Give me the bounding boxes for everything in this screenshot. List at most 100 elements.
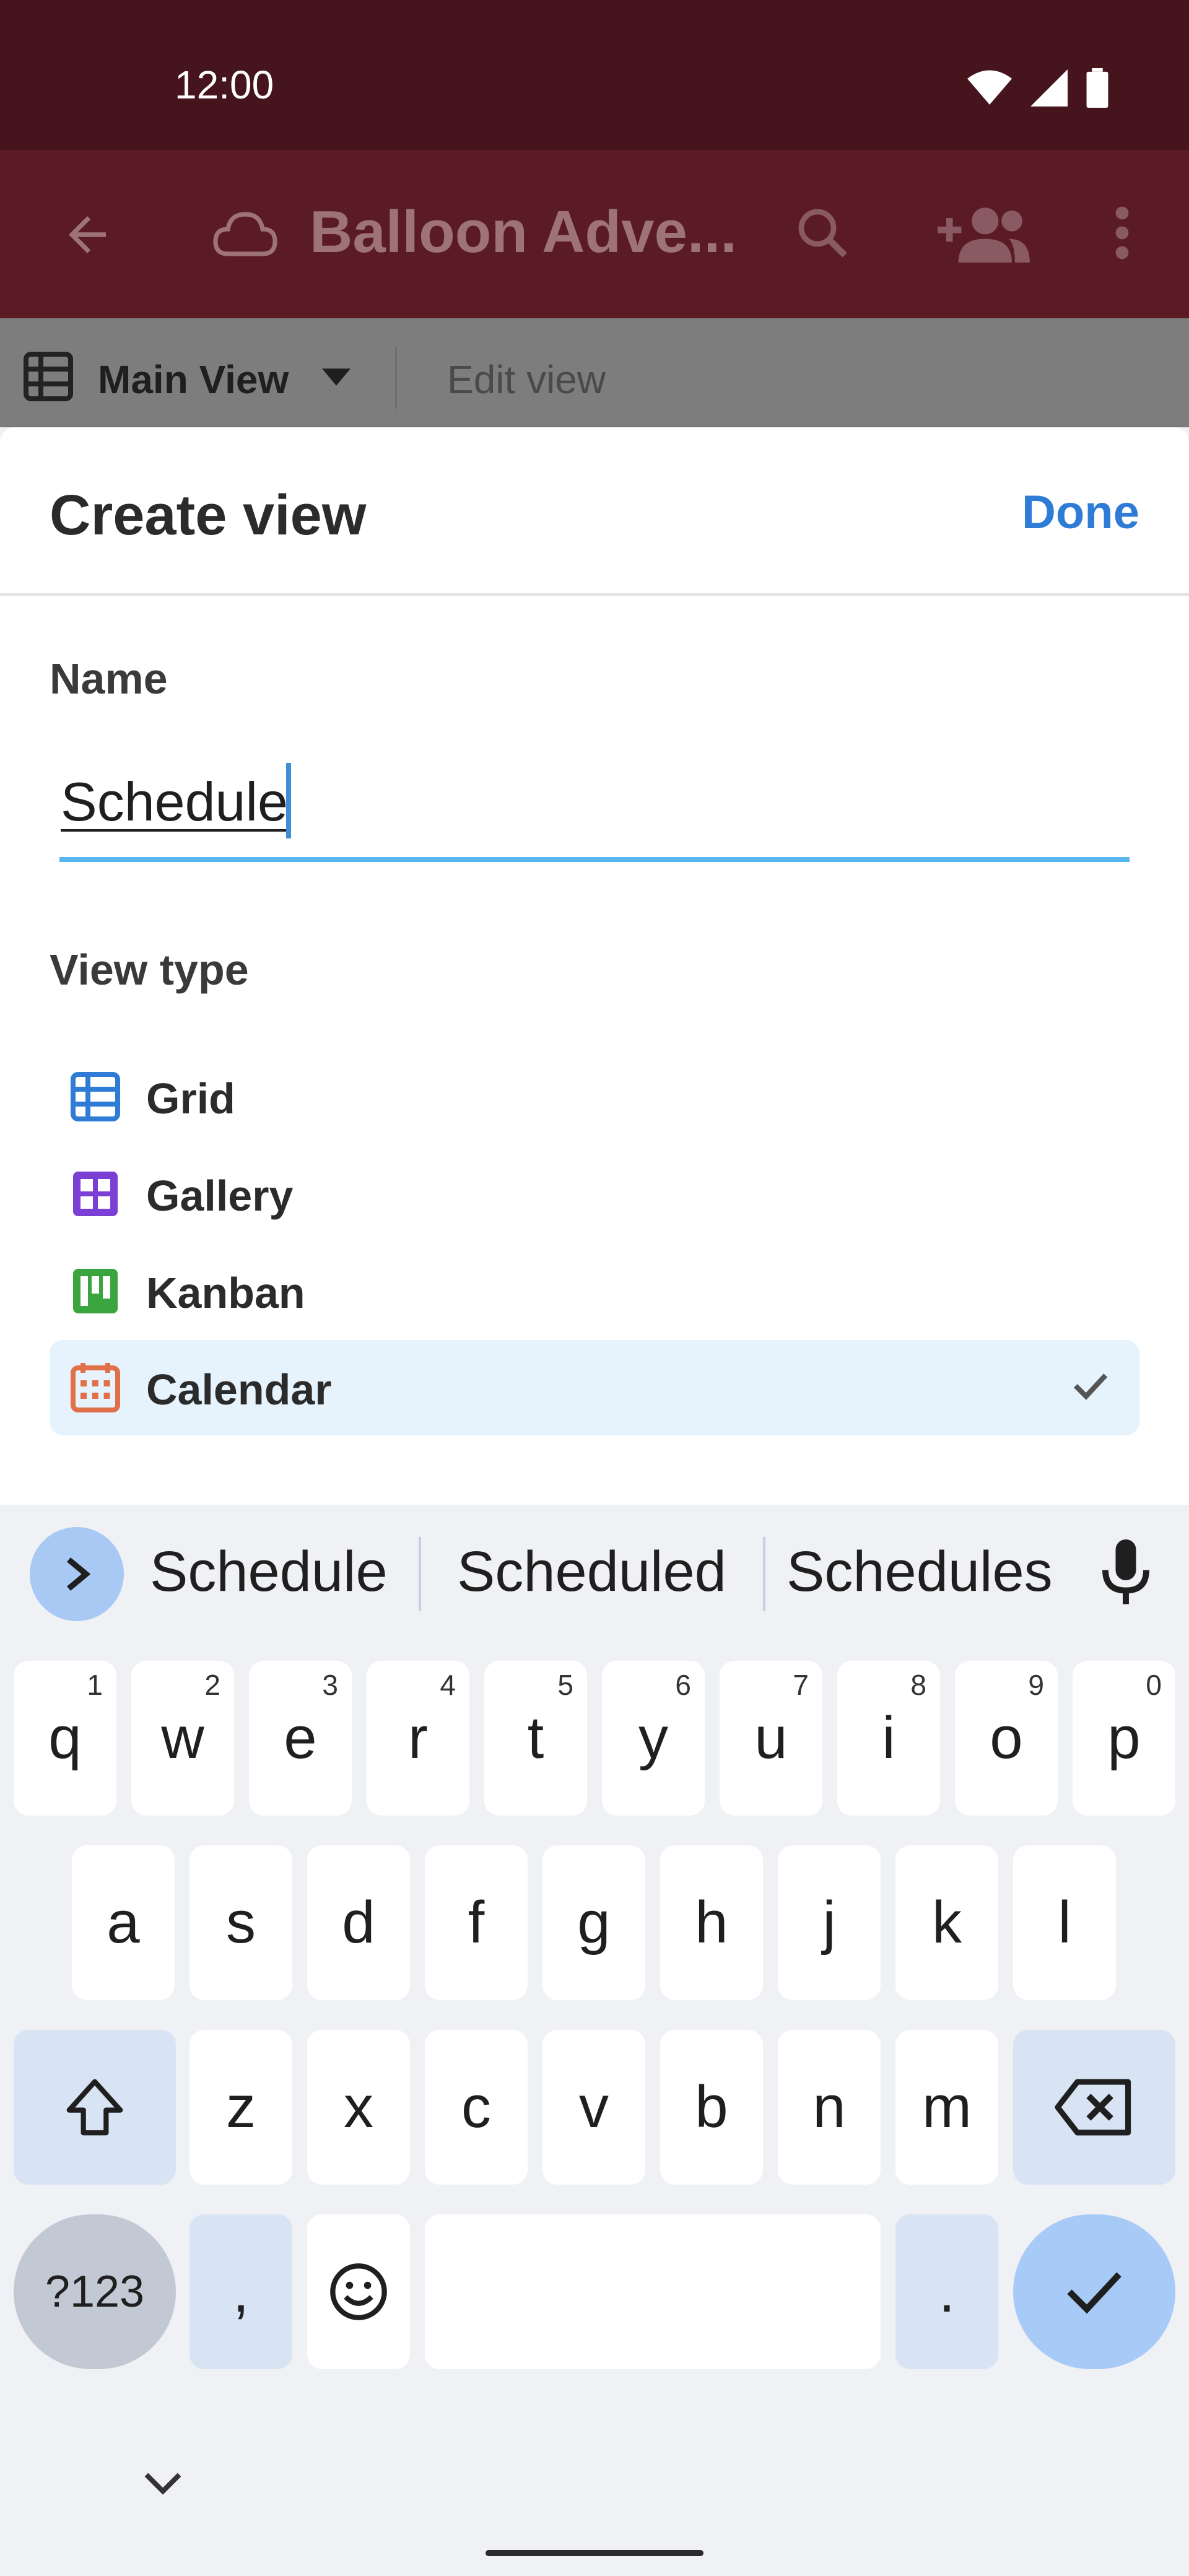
key-g[interactable]: g xyxy=(542,1845,645,2000)
key-hint: 4 xyxy=(440,1669,456,1701)
battery-icon xyxy=(1086,68,1108,108)
suggestion-divider xyxy=(763,1537,765,1611)
key-i[interactable]: i8 xyxy=(837,1661,940,1816)
status-time: 12:00 xyxy=(175,63,274,107)
key-j[interactable]: j xyxy=(778,1845,881,2000)
key-n[interactable]: n xyxy=(778,2030,881,2185)
key-o[interactable]: o9 xyxy=(955,1661,1058,1816)
text-cursor xyxy=(286,763,291,838)
key-w[interactable]: w2 xyxy=(131,1661,234,1816)
name-input-value: Schedule xyxy=(61,771,288,832)
cloud-icon xyxy=(213,212,277,256)
key-hint: 0 xyxy=(1146,1669,1162,1701)
key-l[interactable]: l xyxy=(1013,1845,1116,2000)
key-label: u xyxy=(754,1705,788,1771)
view-type-gallery-label: Gallery xyxy=(146,1172,294,1220)
emoji-icon xyxy=(330,2263,387,2320)
view-type-calendar[interactable]: Calendar xyxy=(50,1340,1139,1435)
key-label: r xyxy=(408,1705,428,1771)
key-hint: 3 xyxy=(322,1669,338,1701)
key-hint: 8 xyxy=(910,1669,926,1701)
key-d[interactable]: d xyxy=(307,1845,410,2000)
key-hint: 6 xyxy=(675,1669,691,1701)
checkmark-icon xyxy=(1073,1373,1108,1400)
search-icon[interactable] xyxy=(793,203,852,263)
more-vert-icon[interactable] xyxy=(1104,203,1141,263)
key-q[interactable]: q1 xyxy=(14,1661,116,1816)
key-c[interactable]: c xyxy=(425,2030,528,2185)
key-hint: 2 xyxy=(204,1669,220,1701)
backspace-key[interactable] xyxy=(1013,2030,1175,2185)
view-type-kanban-label: Kanban xyxy=(146,1269,305,1317)
shift-icon xyxy=(66,2079,123,2136)
microphone-icon[interactable] xyxy=(1100,1539,1152,1608)
grid-icon xyxy=(71,1072,120,1121)
key-hint: 9 xyxy=(1028,1669,1044,1701)
view-type-gallery[interactable]: Gallery xyxy=(50,1146,1139,1242)
cellular-signal-icon xyxy=(1030,69,1068,107)
space-key[interactable] xyxy=(425,2214,881,2369)
suggestions-expand-button[interactable] xyxy=(30,1527,124,1621)
suggestion-1[interactable]: Schedule xyxy=(150,1539,388,1604)
back-arrow-icon[interactable] xyxy=(59,207,115,263)
view-type-grid[interactable]: Grid xyxy=(50,1049,1139,1144)
key-r[interactable]: r4 xyxy=(367,1661,469,1816)
main-view-selector[interactable]: Main View xyxy=(98,357,289,402)
key-e[interactable]: e3 xyxy=(249,1661,352,1816)
symbols-key[interactable]: ?123 xyxy=(14,2214,176,2369)
key-label: i xyxy=(882,1705,895,1771)
key-a[interactable]: a xyxy=(72,1845,175,2000)
suggestion-2[interactable]: Scheduled xyxy=(457,1539,726,1604)
key-s[interactable]: s xyxy=(189,1845,292,2000)
key-z[interactable]: z xyxy=(189,2030,292,2185)
key-h[interactable]: h xyxy=(660,1845,763,2000)
sheet-title: Create view xyxy=(50,484,367,547)
view-type-calendar-label: Calendar xyxy=(146,1365,332,1414)
calendar-icon xyxy=(71,1363,120,1412)
key-b[interactable]: b xyxy=(660,2030,763,2185)
key-u[interactable]: u7 xyxy=(720,1661,822,1816)
key-hint: 7 xyxy=(793,1669,809,1701)
key-label: w xyxy=(161,1705,204,1771)
suggestion-divider xyxy=(419,1537,421,1611)
done-button[interactable]: Done xyxy=(1022,485,1139,539)
suggestion-3[interactable]: Schedules xyxy=(786,1539,1053,1604)
key-label: q xyxy=(48,1705,82,1771)
home-gesture-bar[interactable] xyxy=(486,2550,703,2556)
view-type-grid-label: Grid xyxy=(146,1074,235,1123)
key-k[interactable]: k xyxy=(895,1845,998,2000)
comma-key[interactable]: , xyxy=(189,2214,292,2369)
key-f[interactable]: f xyxy=(425,1845,528,2000)
table-view-icon xyxy=(24,352,73,401)
hide-keyboard-chevron-icon[interactable] xyxy=(144,2472,182,2497)
wifi-icon xyxy=(967,70,1012,105)
dropdown-arrow-icon[interactable] xyxy=(322,368,351,386)
key-v[interactable]: v xyxy=(542,2030,645,2185)
key-label: p xyxy=(1107,1705,1141,1771)
key-x[interactable]: x xyxy=(307,2030,410,2185)
key-label: e xyxy=(284,1705,317,1771)
key-hint: 5 xyxy=(557,1669,573,1701)
name-label: Name xyxy=(50,655,168,703)
key-t[interactable]: t5 xyxy=(484,1661,587,1816)
edit-view-button[interactable]: Edit view xyxy=(447,357,606,402)
key-y[interactable]: y6 xyxy=(602,1661,705,1816)
add-people-icon[interactable] xyxy=(931,203,1033,263)
status-icons xyxy=(967,68,1108,108)
backspace-icon xyxy=(1055,2079,1131,2136)
key-m[interactable]: m xyxy=(895,2030,998,2185)
view-type-label: View type xyxy=(50,946,249,994)
app-title: Balloon Adve... xyxy=(310,199,737,265)
key-label: y xyxy=(638,1705,668,1771)
key-p[interactable]: p0 xyxy=(1073,1661,1175,1816)
view-bar-divider xyxy=(395,347,397,409)
enter-key[interactable] xyxy=(1013,2214,1175,2369)
key-label: o xyxy=(990,1705,1023,1771)
shift-key[interactable] xyxy=(14,2030,176,2185)
key-hint: 1 xyxy=(87,1669,103,1701)
period-key[interactable]: . xyxy=(895,2214,998,2369)
key-label: t xyxy=(527,1705,544,1771)
emoji-key[interactable] xyxy=(307,2214,410,2369)
gallery-icon xyxy=(73,1172,118,1216)
view-type-kanban[interactable]: Kanban xyxy=(50,1243,1139,1339)
